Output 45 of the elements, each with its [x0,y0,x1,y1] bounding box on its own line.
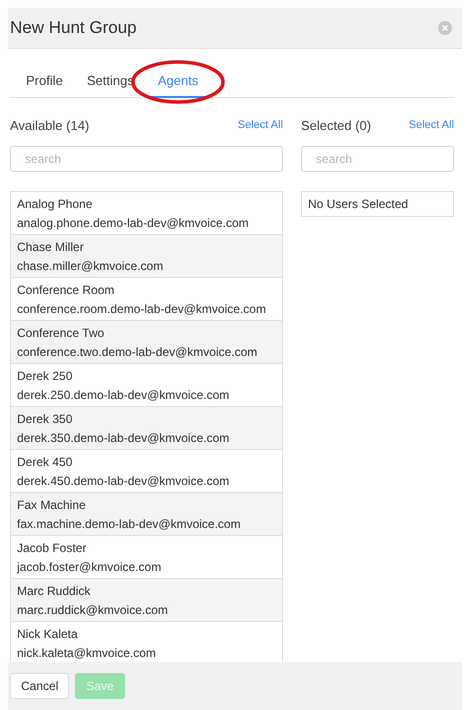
close-icon[interactable] [438,21,452,35]
user-email: chase.miller@kmvoice.com [17,259,164,273]
user-email: conference.room.demo-lab-dev@kmvoice.com [17,302,267,316]
search-field[interactable]: search [301,146,454,172]
user-name: Derek 350 [17,412,74,426]
empty-message: No Users Selected [301,191,454,217]
user-list-item[interactable]: Nick Kaleta nick.kaleta@kmvoice.com [10,622,283,662]
user-list-item[interactable]: Conference Room conference.room.demo-lab-dev@kmvoice.com [10,278,283,321]
select-all-link[interactable]: Select All [238,119,283,131]
user-name: Chase Miller [17,240,85,254]
user-name: Marc Ruddick [17,584,92,598]
user-list-item[interactable]: Analog Phone analog.phone.demo-lab-dev@kmvoice.com [10,192,283,235]
user-email: fax.machine.demo-lab-dev@kmvoice.com [17,517,242,531]
user-name: Nick Kaleta [17,627,79,641]
user-list-item[interactable]: Derek 350 derek.350.demo-lab-dev@kmvoice.com [10,407,283,450]
user-name: Derek 250 [17,369,74,383]
user-list-item[interactable]: Jacob Foster jacob.foster@kmvoice.com [10,536,283,579]
search-field[interactable]: search [10,146,283,172]
user-email: analog.phone.demo-lab-dev@kmvoice.com [17,216,250,230]
user-name: Jacob Foster [17,541,88,555]
user-name: Conference Room [17,283,116,297]
user-list-item[interactable]: Chase Miller chase.miller@kmvoice.com [10,235,283,278]
user-name: Analog Phone [17,197,94,211]
selected-heading: Selected (0) [301,118,372,132]
user-list-item[interactable]: Derek 450 derek.450.demo-lab-dev@kmvoice.com [10,450,283,493]
user-name: Derek 450 [17,455,74,469]
tab[interactable]: Settings [74,67,146,98]
user-name: Conference Two [17,326,106,340]
cancel-button[interactable]: Cancel [10,673,70,699]
user-email: derek.250.demo-lab-dev@kmvoice.com [17,388,230,402]
window-title: New Hunt Group [10,18,137,38]
available-heading: Available (14) [10,118,90,132]
user-email: marc.ruddick@kmvoice.com [17,603,169,617]
user-email: derek.350.demo-lab-dev@kmvoice.com [17,431,230,445]
user-email: derek.450.demo-lab-dev@kmvoice.com [17,474,230,488]
user-email: conference.two.demo-lab-dev@kmvoice.com [17,345,258,359]
user-email: nick.kaleta@kmvoice.com [17,646,157,660]
user-list-item[interactable]: Marc Ruddick marc.ruddick@kmvoice.com [10,579,283,622]
user-name: Fax Machine [17,498,87,512]
select-all-link[interactable]: Select All [408,119,454,131]
user-list-item[interactable]: Fax Machine fax.machine.demo-lab-dev@kmvoice.com [10,493,283,536]
user-email: jacob.foster@kmvoice.com [17,560,162,574]
user-list-item[interactable]: Derek 250 derek.250.demo-lab-dev@kmvoice.com [10,364,283,407]
user-list-item[interactable]: Conference Two conference.two.demo-lab-dev@kmvoice.com [10,321,283,364]
tab[interactable]: Profile [14,67,75,98]
